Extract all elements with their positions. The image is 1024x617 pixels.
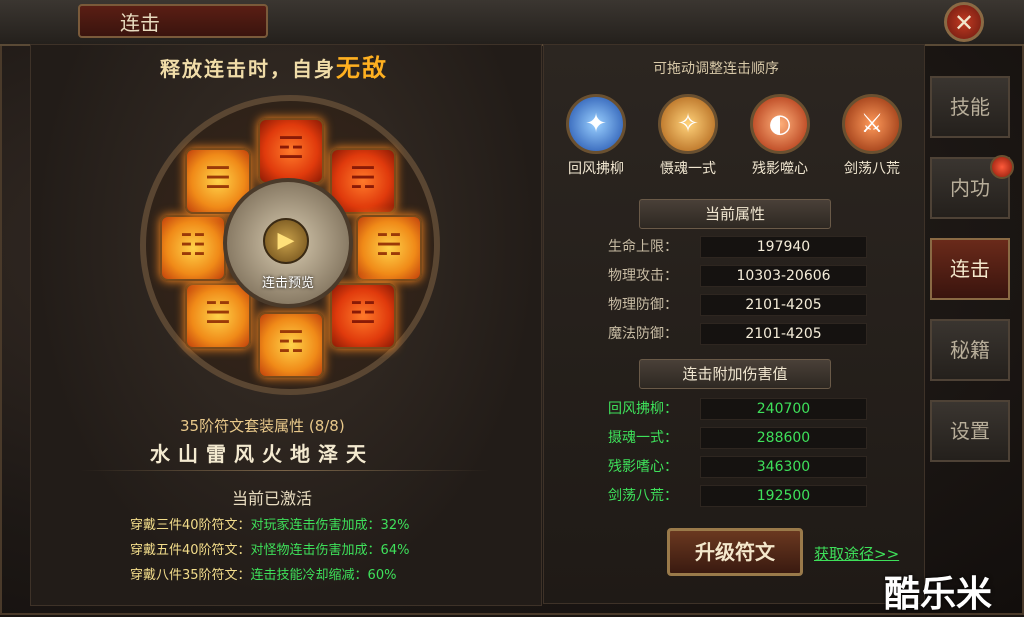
- wind-skill-icon: ✦: [566, 94, 626, 154]
- tab-skills[interactable]: 技能: [930, 76, 1010, 138]
- attr-value: 2101-4205: [700, 294, 867, 316]
- rune-slot-7[interactable]: ☷: [160, 215, 226, 281]
- damage-label: 剑荡八荒：: [608, 488, 678, 504]
- bonus-effect: 连击技能冷却缩减：60%: [250, 568, 397, 583]
- attr-value: 2101-4205: [700, 323, 867, 345]
- watermark: 酷乐米: [884, 574, 993, 615]
- bonus-line: 穿戴八件35阶符文：连击技能冷却缩减：60%: [130, 564, 396, 583]
- skill-slot[interactable]: ✧ 慑魂一式: [653, 94, 723, 178]
- drag-hint: 可拖动调整连击顺序: [653, 61, 779, 77]
- attr-value: 10303-20606: [700, 265, 867, 287]
- window-title: 连击: [78, 4, 268, 38]
- damage-row: 摄魂一式： 288600: [600, 427, 900, 449]
- damage-heading: 连击附加伤害值: [639, 359, 831, 389]
- element-list: 水山雷风火地泽天: [150, 442, 374, 466]
- rune-slot-fire[interactable]: ☲: [258, 118, 324, 184]
- tab-combo[interactable]: 连击: [930, 238, 1010, 300]
- rune-slot-5[interactable]: ☶: [258, 312, 324, 378]
- attr-row: 生命上限： 197940: [600, 236, 900, 258]
- notification-dot: [990, 155, 1014, 179]
- rune-slot-4[interactable]: ☳: [330, 283, 396, 349]
- skill-slot[interactable]: ⚔ 剑荡八荒: [837, 94, 907, 178]
- bonus-condition: 穿戴八件35阶符文：: [130, 568, 251, 583]
- sword-skill-icon: ⚔: [842, 94, 902, 154]
- bonus-effect: 对怪物连击伤害加成：64%: [250, 543, 410, 558]
- attr-heading: 当前属性: [639, 199, 831, 229]
- slogan-highlight: 无敌: [336, 53, 388, 82]
- skill-name: 剑荡八荒: [844, 161, 900, 177]
- bonus-effect: 对玩家连击伤害加成：32%: [250, 518, 410, 533]
- shadow-skill-icon: ◐: [750, 94, 810, 154]
- attr-row: 魔法防御： 2101-4205: [600, 323, 900, 345]
- damage-row: 回风拂柳： 240700: [600, 398, 900, 420]
- soul-skill-icon: ✧: [658, 94, 718, 154]
- damage-row: 残影嗜心： 346300: [600, 456, 900, 478]
- slogan-text: 释放连击时，自身: [160, 57, 336, 81]
- attr-label: 物理攻击：: [608, 268, 678, 284]
- attr-label: 生命上限：: [608, 239, 678, 255]
- bonus-line: 穿戴五件40阶符文：对怪物连击伤害加成：64%: [130, 539, 409, 558]
- damage-label: 回风拂柳：: [608, 401, 678, 417]
- tab-settings[interactable]: 设置: [930, 400, 1010, 462]
- skill-name: 慑魂一式: [660, 161, 716, 177]
- rune-slot-3[interactable]: ☵: [356, 215, 422, 281]
- damage-value: 240700: [700, 398, 867, 420]
- skill-slot[interactable]: ✦ 回风拂柳: [561, 94, 631, 178]
- attr-row: 物理攻击： 10303-20606: [600, 265, 900, 287]
- bonus-condition: 穿戴五件40阶符文：: [130, 543, 251, 558]
- divider: [80, 470, 490, 471]
- rune-slot-6[interactable]: ☱: [185, 283, 251, 349]
- set-title: 35阶符文套装属性 (8/8): [180, 417, 345, 435]
- active-title: 当前已激活: [232, 489, 313, 508]
- tab-secret[interactable]: 秘籍: [930, 319, 1010, 381]
- damage-label: 残影嗜心：: [608, 459, 678, 475]
- skill-slot[interactable]: ◐ 残影噬心: [745, 94, 815, 178]
- attr-label: 魔法防御：: [608, 326, 678, 342]
- damage-value: 288600: [700, 427, 867, 449]
- bonus-condition: 穿戴三件40阶符文：: [130, 518, 251, 533]
- play-icon[interactable]: ▶: [263, 218, 309, 264]
- preview-label[interactable]: 连击预览: [248, 272, 328, 291]
- slogan: 释放连击时，自身无敌: [160, 48, 388, 83]
- skill-name: 回风拂柳: [568, 161, 624, 177]
- damage-label: 摄魂一式：: [608, 430, 678, 446]
- skill-name: 残影噬心: [752, 161, 808, 177]
- damage-value: 346300: [700, 456, 867, 478]
- attr-label: 物理防御：: [608, 297, 678, 313]
- damage-value: 192500: [700, 485, 867, 507]
- attr-row: 物理防御： 2101-4205: [600, 294, 900, 316]
- close-button[interactable]: ✕: [944, 2, 984, 42]
- attr-value: 197940: [700, 236, 867, 258]
- damage-row: 剑荡八荒： 192500: [600, 485, 900, 507]
- get-source-link[interactable]: 获取途径>>: [814, 543, 899, 564]
- upgrade-rune-button[interactable]: 升级符文: [667, 528, 803, 576]
- bonus-line: 穿戴三件40阶符文：对玩家连击伤害加成：32%: [130, 514, 409, 533]
